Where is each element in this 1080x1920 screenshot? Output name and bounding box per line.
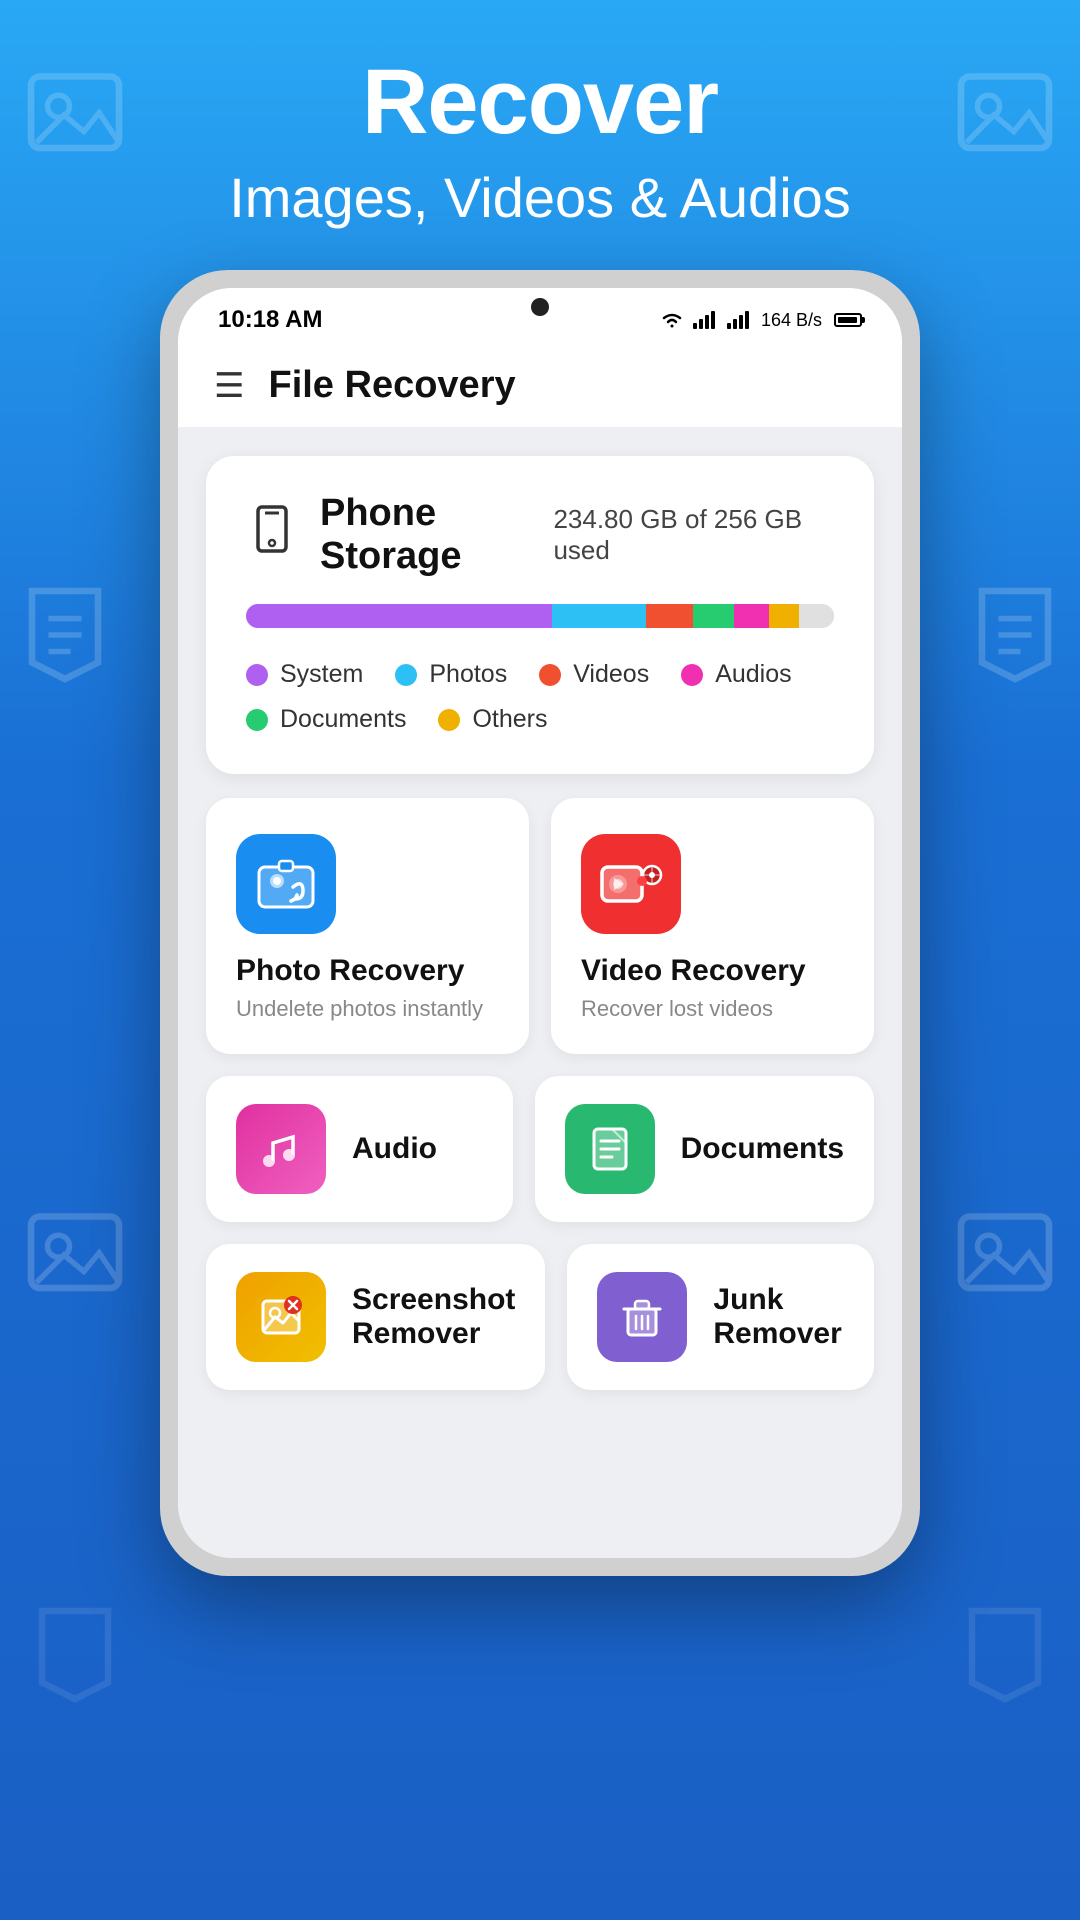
- app-bar-title: File Recovery: [268, 364, 515, 407]
- screenshot-remover-card[interactable]: ScreenshotRemover: [206, 1244, 545, 1390]
- pb-system: [246, 604, 552, 628]
- header-subtitle: Images, Videos & Audios: [0, 165, 1080, 230]
- legend-dot-system: [246, 664, 268, 686]
- status-bar: 10:18 AM: [178, 288, 902, 344]
- video-recovery-icon: [581, 834, 681, 934]
- battery-icon: [834, 313, 862, 327]
- legend-dot-documents: [246, 709, 268, 731]
- storage-usage: 234.80 GB of 256 GB used: [553, 504, 834, 566]
- photo-recovery-card[interactable]: Photo Recovery Undelete photos instantly: [206, 798, 529, 1054]
- tools-row-1: Audio D: [206, 1076, 874, 1222]
- screenshot-remover-icon: [236, 1272, 326, 1362]
- phone-mockup: 10:18 AM: [160, 270, 920, 1576]
- video-recovery-title: Video Recovery: [581, 954, 844, 988]
- legend-label-audios: Audios: [715, 660, 791, 689]
- junk-remover-card[interactable]: JunkRemover: [567, 1244, 874, 1390]
- pb-audio: [693, 604, 734, 628]
- video-recovery-card[interactable]: Video Recovery Recover lost videos: [551, 798, 874, 1054]
- app-bar: ☰ File Recovery: [178, 344, 902, 428]
- legend-dot-videos: [539, 664, 561, 686]
- pb-others: [769, 604, 798, 628]
- legend-dot-photos: [395, 664, 417, 686]
- menu-icon[interactable]: ☰: [214, 366, 244, 406]
- documents-card[interactable]: Documents: [535, 1076, 874, 1222]
- legend-system: System: [246, 660, 363, 689]
- documents-icon: [565, 1104, 655, 1194]
- photo-recovery-title: Photo Recovery: [236, 954, 499, 988]
- phone-frame: 10:18 AM: [160, 270, 920, 1576]
- video-recovery-sub: Recover lost videos: [581, 996, 844, 1022]
- pb-docs: [734, 604, 769, 628]
- legend-dot-others: [438, 709, 460, 731]
- storage-progress-bar: [246, 604, 834, 628]
- pb-free: [799, 604, 834, 628]
- storage-card: Phone Storage 234.80 GB of 256 GB used: [206, 456, 874, 774]
- wifi-icon: [659, 310, 685, 330]
- signal-icon: [693, 311, 715, 329]
- phone-inner: 10:18 AM: [178, 288, 902, 1558]
- header-section: Recover Images, Videos & Audios: [0, 50, 1080, 230]
- screenshot-remover-title: ScreenshotRemover: [352, 1283, 515, 1351]
- storage-legend: System Photos Videos Audios: [246, 660, 834, 734]
- legend-dot-audios: [681, 664, 703, 686]
- photo-recovery-icon: [236, 834, 336, 934]
- legend-documents: Documents: [246, 705, 406, 734]
- pb-videos: [646, 604, 693, 628]
- legend-label-videos: Videos: [573, 660, 649, 689]
- legend-label-documents: Documents: [280, 705, 406, 734]
- network-icon: [727, 311, 749, 329]
- feature-cards-row: Photo Recovery Undelete photos instantly: [206, 798, 874, 1054]
- legend-photos: Photos: [395, 660, 507, 689]
- header-title: Recover: [0, 50, 1080, 155]
- status-time: 10:18 AM: [218, 306, 322, 334]
- legend-label-others: Others: [472, 705, 547, 734]
- audio-card[interactable]: Audio: [206, 1076, 513, 1222]
- legend-label-system: System: [280, 660, 363, 689]
- status-icons: 164 B/s: [659, 310, 862, 331]
- audio-title: Audio: [352, 1132, 437, 1166]
- storage-title: Phone Storage: [320, 492, 553, 578]
- phone-content: Phone Storage 234.80 GB of 256 GB used: [178, 428, 902, 1558]
- legend-videos: Videos: [539, 660, 649, 689]
- junk-remover-icon: [597, 1272, 687, 1362]
- junk-remover-title: JunkRemover: [713, 1283, 841, 1351]
- storage-phone-icon: [246, 503, 298, 567]
- storage-header: Phone Storage 234.80 GB of 256 GB used: [246, 492, 834, 578]
- legend-label-photos: Photos: [429, 660, 507, 689]
- photo-recovery-sub: Undelete photos instantly: [236, 996, 499, 1022]
- audio-icon: [236, 1104, 326, 1194]
- tools-row-2: ScreenshotRemover: [206, 1244, 874, 1390]
- pb-photos: [552, 604, 646, 628]
- legend-others: Others: [438, 705, 547, 734]
- documents-title: Documents: [681, 1132, 844, 1166]
- legend-audios: Audios: [681, 660, 791, 689]
- storage-left: Phone Storage: [246, 492, 553, 578]
- network-speed: 164 B/s: [761, 310, 822, 331]
